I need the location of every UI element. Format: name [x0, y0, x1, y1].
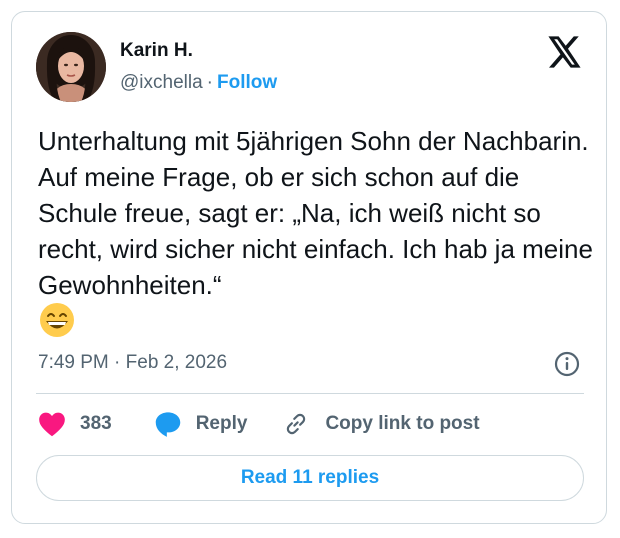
- x-logo-icon[interactable]: [548, 36, 582, 68]
- tweet-card: Karin H. @ixchella · Follow Unterhaltung m…: [11, 11, 607, 524]
- read-replies-label: Read 11 replies: [240, 467, 380, 488]
- author-handle-row: @ixchella · Follow: [120, 72, 277, 94]
- copy-link-label: Copy link to post: [325, 413, 480, 434]
- heart-icon: [39, 412, 65, 437]
- action-bar: 383 Reply Copy link to post: [38, 408, 480, 440]
- info-icon[interactable]: [553, 350, 581, 378]
- author-name[interactable]: Karin H.: [120, 40, 193, 62]
- author-handle[interactable]: @ixchella: [120, 72, 203, 93]
- like-button[interactable]: 383: [38, 411, 112, 437]
- tweet-timestamp[interactable]: 7:49 PM · Feb 2, 2026: [38, 352, 227, 374]
- like-count: 383: [80, 413, 112, 434]
- speech-bubble-icon: [155, 412, 180, 437]
- separator-dot: ·: [206, 72, 213, 93]
- reply-label: Reply: [195, 413, 248, 434]
- grinning-face-emoji-icon: [40, 303, 74, 337]
- link-icon: [287, 413, 306, 435]
- avatar[interactable]: [36, 32, 106, 102]
- tweet-text: Unterhaltung mit 5jährigen Sohn der Nach…: [38, 126, 593, 300]
- avatar-image: [36, 32, 106, 102]
- read-replies-button[interactable]: Read 11 replies: [36, 455, 584, 501]
- follow-button[interactable]: Follow: [217, 72, 277, 93]
- copy-link-button[interactable]: Copy link to post: [283, 411, 480, 437]
- divider: [36, 393, 584, 394]
- reply-button[interactable]: Reply: [154, 410, 248, 438]
